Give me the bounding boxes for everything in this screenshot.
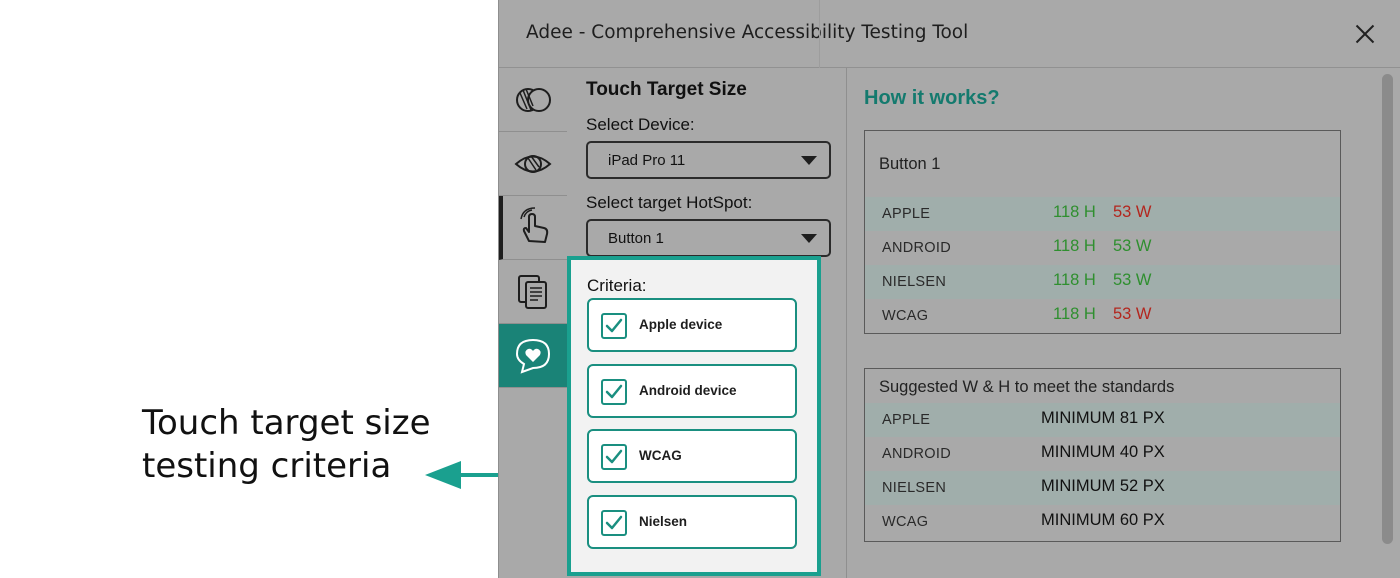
row-width: 53 W <box>1113 271 1152 289</box>
row-height: 118 H <box>1053 203 1096 221</box>
touch-hand-icon <box>520 206 549 243</box>
criteria-label: WCAG <box>639 448 682 463</box>
checkbox-checked-icon[interactable] <box>601 379 627 405</box>
card-title: Button 1 <box>879 155 941 173</box>
checkbox-checked-icon[interactable] <box>601 313 627 339</box>
checkbox-checked-icon[interactable] <box>601 510 627 536</box>
row-standard: NIELSEN <box>882 274 947 290</box>
hotspot-select-value: Button 1 <box>608 230 664 247</box>
criteria-label: Nielsen <box>639 514 688 529</box>
title-divider <box>819 0 820 68</box>
chevron-down-icon <box>801 156 817 165</box>
row-standard: ANDROID <box>882 240 951 256</box>
annotation-line-1: Touch target size <box>142 403 431 443</box>
row-width: 53 W <box>1113 203 1152 221</box>
device-select-value: iPad Pro 11 <box>608 152 686 169</box>
color-blindness-icon <box>516 87 551 112</box>
checkbox-checked-icon[interactable] <box>601 444 627 470</box>
table-row: ANDROID MINIMUM 40 PX <box>865 437 1340 471</box>
row-width: 53 W <box>1113 237 1152 255</box>
criteria-title: Criteria: <box>587 276 647 295</box>
row-standard: ANDROID <box>882 446 951 462</box>
hotspot-label: Select target HotSpot: <box>586 193 753 212</box>
annotation-line-2: testing criteria <box>142 446 392 486</box>
criteria-wcag[interactable]: WCAG <box>587 429 797 483</box>
rail-item-feedback[interactable] <box>499 324 567 388</box>
title-bar: Adee - Comprehensive Accessibility Testi… <box>499 0 1400 68</box>
row-minimum: MINIMUM 40 PX <box>1041 443 1165 461</box>
criteria-label: Apple device <box>639 317 723 332</box>
hotspot-select[interactable]: Button 1 <box>586 219 831 257</box>
row-height: 118 H <box>1053 237 1096 255</box>
button-results-card: Button 1 APPLE 118 H 53 W ANDROID 118 H … <box>864 130 1341 334</box>
annotation-caption: Touch target size testing criteria <box>142 402 431 488</box>
table-row: WCAG MINIMUM 60 PX <box>865 505 1340 539</box>
how-it-works-heading: How it works? <box>864 87 1000 109</box>
rail-item-documents[interactable] <box>499 260 567 324</box>
row-minimum: MINIMUM 81 PX <box>1041 409 1165 427</box>
row-minimum: MINIMUM 52 PX <box>1041 477 1165 495</box>
card-title: Suggested W & H to meet the standards <box>879 378 1175 396</box>
device-select[interactable]: iPad Pro 11 <box>586 141 831 179</box>
close-icon[interactable] <box>1351 20 1379 48</box>
row-standard: APPLE <box>882 206 931 222</box>
table-row: NIELSEN MINIMUM 52 PX <box>865 471 1340 505</box>
row-standard: NIELSEN <box>882 480 947 496</box>
row-standard: WCAG <box>882 308 929 324</box>
results-panel: How it works? Button 1 APPLE 118 H 53 W … <box>847 68 1377 578</box>
eye-icon <box>514 154 552 173</box>
heart-chat-icon <box>515 338 551 374</box>
device-label: Select Device: <box>586 115 695 134</box>
row-width: 53 W <box>1113 305 1152 323</box>
suggested-card: Suggested W & H to meet the standards AP… <box>864 368 1341 542</box>
criteria-nielsen[interactable]: Nielsen <box>587 495 797 549</box>
app-window: Adee - Comprehensive Accessibility Testi… <box>498 0 1400 578</box>
table-row: WCAG 118 H 53 W <box>865 299 1340 333</box>
chevron-down-icon <box>801 234 817 243</box>
row-height: 118 H <box>1053 271 1096 289</box>
row-height: 118 H <box>1053 305 1096 323</box>
section-title: Touch Target Size <box>586 79 747 100</box>
table-row: NIELSEN 118 H 53 W <box>865 265 1340 299</box>
window-title: Adee - Comprehensive Accessibility Testi… <box>526 22 969 43</box>
table-row: APPLE MINIMUM 81 PX <box>865 403 1340 437</box>
stage: Touch target size testing criteria Adee … <box>0 0 1400 578</box>
document-icon <box>518 274 547 309</box>
row-standard: APPLE <box>882 412 931 428</box>
criteria-box: Criteria: Apple device Android device WC… <box>567 256 821 576</box>
criteria-label: Android device <box>639 383 737 398</box>
scrollbar[interactable] <box>1379 72 1395 572</box>
scrollbar-thumb[interactable] <box>1382 74 1393 544</box>
table-row: APPLE 118 H 53 W <box>865 197 1340 231</box>
row-minimum: MINIMUM 60 PX <box>1041 511 1165 529</box>
tool-rail <box>499 68 567 578</box>
criteria-android-device[interactable]: Android device <box>587 364 797 418</box>
rail-item-vision[interactable] <box>499 132 567 196</box>
row-standard: WCAG <box>882 514 929 530</box>
rail-item-touch-target[interactable] <box>499 196 567 260</box>
rail-item-color-blindness[interactable] <box>499 68 567 132</box>
criteria-apple-device[interactable]: Apple device <box>587 298 797 352</box>
table-row: ANDROID 118 H 53 W <box>865 231 1340 265</box>
